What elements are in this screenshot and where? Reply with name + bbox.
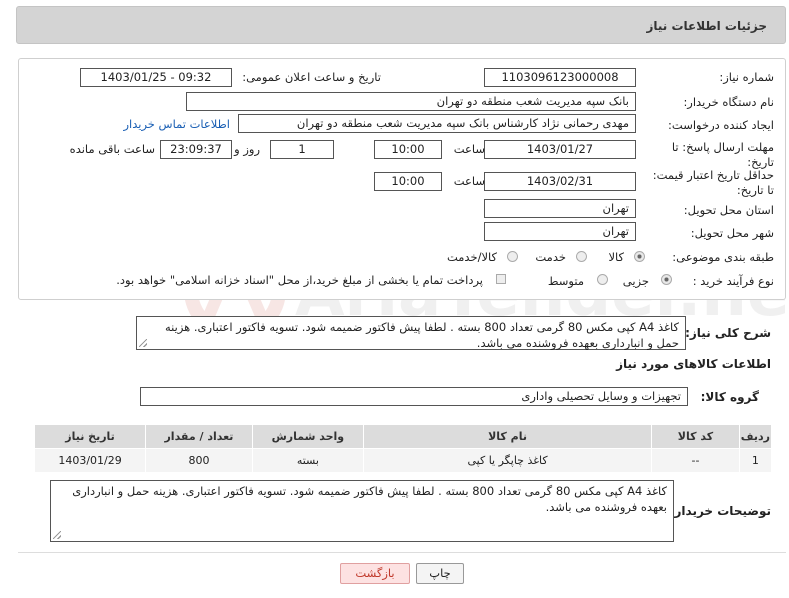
- category-label: طبقه بندی موضوعی:: [672, 250, 774, 264]
- buyer-notes-text: کاغذ A4 کپی مکس 80 گرمی تعداد 800 بسته .…: [72, 484, 667, 514]
- day-and-label: روز و: [234, 142, 260, 156]
- cell-goods-name: کاغذ چاپگر یا کپی: [362, 448, 653, 473]
- announce-field: 1403/01/25 - 09:32: [80, 68, 232, 87]
- table-row: 1 -- کاغذ چاپگر یا کپی بسته 800 1403/01/…: [33, 448, 773, 473]
- deadline-date-field: 1403/01/27: [484, 140, 636, 159]
- col-need-date: تاریخ نیاز: [33, 424, 147, 449]
- buyer-notes-label: توضیحات خریدار:: [669, 504, 771, 518]
- goods-info-title: اطلاعات کالاهای مورد نیاز: [616, 357, 771, 371]
- resize-handle[interactable]: [53, 531, 61, 539]
- back-button[interactable]: بازگشت: [340, 563, 410, 584]
- validity-date-field: 1403/02/31: [484, 172, 636, 191]
- page-header: جزئیات اطلاعات نیاز: [16, 6, 786, 44]
- col-goods-name: نام کالا: [362, 424, 653, 449]
- creator-label: ایجاد کننده درخواست:: [668, 118, 774, 132]
- general-description-box: کاغذ A4 کپی مکس 80 گرمی تعداد 800 بسته .…: [136, 316, 686, 350]
- category-both-radio[interactable]: [507, 251, 518, 262]
- deadline-time-label: ساعت: [453, 142, 485, 156]
- purchase-minor-radio[interactable]: [661, 274, 672, 285]
- resize-handle[interactable]: [139, 339, 147, 347]
- cell-goods-code: --: [651, 448, 740, 473]
- category-both-label: کالا/خدمت: [446, 250, 497, 264]
- cell-need-date: 1403/01/29: [33, 448, 147, 473]
- announce-label: تاریخ و ساعت اعلان عمومی:: [242, 70, 381, 84]
- category-service-label: خدمت: [535, 250, 566, 264]
- purchase-medium-radio[interactable]: [597, 274, 608, 285]
- validity-time-field: 10:00: [374, 172, 442, 191]
- province-label: استان محل تحویل:: [683, 203, 774, 217]
- city-field: تهران: [484, 222, 636, 241]
- purchase-minor-label: جزیی: [622, 274, 649, 288]
- city-label: شهر محل تحویل:: [690, 226, 774, 240]
- goods-table: ردیف کد کالا نام کالا واحد شمارش تعداد /…: [33, 424, 773, 473]
- general-description-text: کاغذ A4 کپی مکس 80 گرمی تعداد 800 بسته .…: [165, 320, 679, 350]
- purchase-medium-label: متوسط: [547, 274, 584, 288]
- col-goods-code: کد کالا: [651, 424, 740, 449]
- buyer-org-field: بانک سپه مدیریت شعب منطقه دو تهران: [186, 92, 636, 111]
- buyer-org-label: نام دستگاه خریدار:: [683, 95, 774, 109]
- general-description-label: شرح کلی نیاز:: [685, 326, 771, 340]
- category-goods-radio[interactable]: [634, 251, 645, 262]
- deadline-time-field: 10:00: [374, 140, 442, 159]
- buyer-notes-box: کاغذ A4 کپی مکس 80 گرمی تعداد 800 بسته .…: [50, 480, 674, 542]
- col-unit: واحد شمارش: [251, 424, 364, 449]
- cell-row-number: 1: [738, 448, 773, 473]
- col-quantity: تعداد / مقدار: [145, 424, 253, 449]
- validity-time-label: ساعت: [453, 174, 485, 188]
- goods-group-label: گروه کالا:: [700, 390, 759, 404]
- page-title: جزئیات اطلاعات نیاز: [646, 19, 767, 33]
- goods-table-header: ردیف کد کالا نام کالا واحد شمارش تعداد /…: [33, 424, 773, 449]
- print-button[interactable]: چاپ: [416, 563, 464, 584]
- deadline-label: مهلت ارسال پاسخ: تا تاریخ:: [671, 140, 774, 169]
- category-service-radio[interactable]: [576, 251, 587, 262]
- cell-quantity: 800: [145, 448, 253, 473]
- remaining-time-field: 23:09:37: [160, 140, 232, 159]
- purchase-type-label: نوع فرآیند خرید :: [692, 274, 774, 288]
- need-number-field: 1103096123000008: [484, 68, 636, 87]
- remaining-label: ساعت باقی مانده: [69, 142, 155, 156]
- col-row-number: ردیف: [738, 424, 773, 449]
- treasury-payment-note: پرداخت تمام یا بخشی از مبلغ خرید،از محل …: [116, 273, 483, 287]
- province-field: تهران: [484, 199, 636, 218]
- need-number-label: شماره نیاز:: [719, 70, 774, 84]
- cell-unit: بسته: [251, 448, 364, 473]
- footer-divider: [18, 552, 786, 553]
- creator-field: مهدی رحمانی نژاد کارشناس بانک سپه مدیریت…: [238, 114, 636, 133]
- category-goods-label: کالا: [608, 250, 624, 264]
- treasury-payment-checkbox[interactable]: [496, 274, 506, 284]
- buyer-contact-link[interactable]: اطلاعات تماس خریدار: [123, 117, 230, 131]
- validity-label: حداقل تاریخ اعتبار قیمت: تا تاریخ:: [652, 168, 774, 197]
- goods-group-field: تجهیزات و وسایل تحصیلی واداری: [140, 387, 688, 406]
- days-remaining-field: 1: [270, 140, 334, 159]
